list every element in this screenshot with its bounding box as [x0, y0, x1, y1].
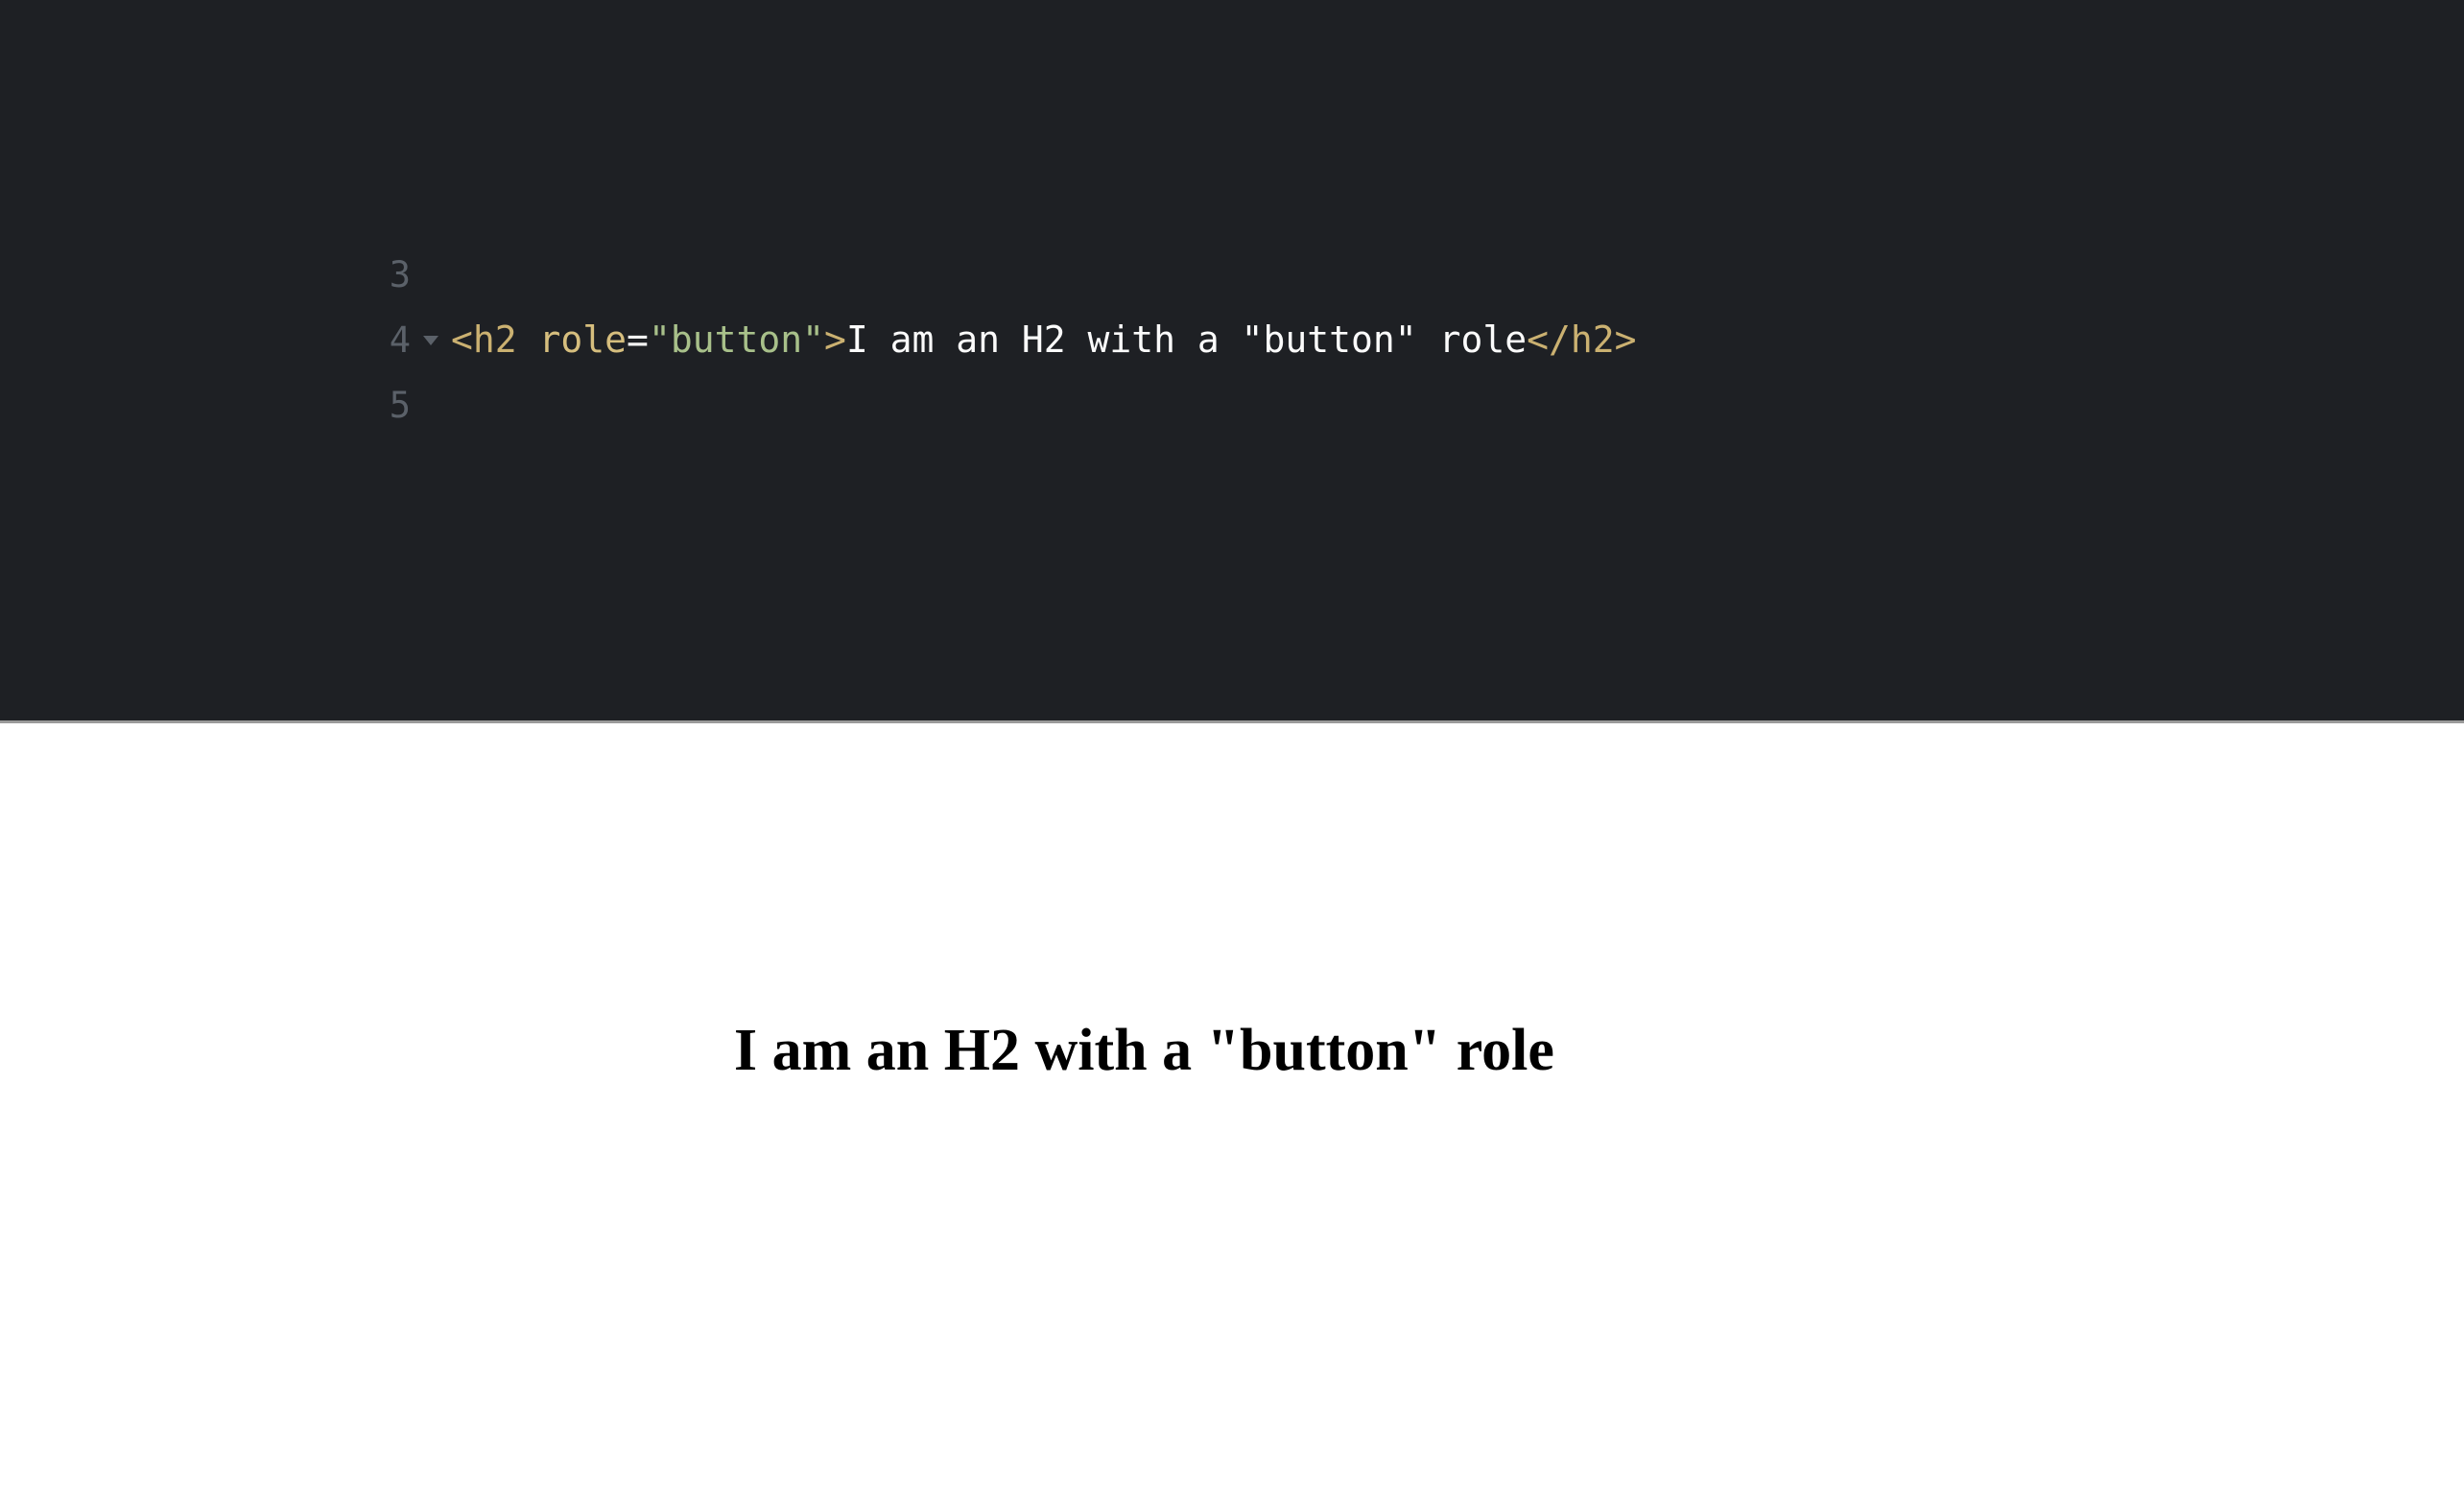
code-playground-root: 3 4 <h2 role="button">I am an H2 with a …	[0, 0, 2464, 1485]
code-token-equals: =	[627, 318, 649, 361]
code-token-closing-tag: </h2>	[1527, 318, 1637, 361]
code-editor-pane[interactable]: 3 4 <h2 role="button">I am an H2 with a …	[0, 0, 2464, 720]
code-token-attribute: role	[538, 318, 628, 361]
line-number: 3	[389, 253, 411, 295]
code-editor-scroll-area[interactable]: 3 4 <h2 role="button">I am an H2 with a …	[0, 0, 2464, 720]
code-token-close-bracket: >	[823, 318, 846, 361]
code-token-string-value: "button"	[648, 318, 824, 361]
code-line-content[interactable]: <h2 role="button">I am an H2 with a "but…	[451, 321, 1636, 358]
code-token-open-tag: <h2	[451, 318, 517, 361]
code-line[interactable]: 5	[0, 372, 2464, 437]
rendered-output-pane: I am an H2 with a "button" role	[0, 723, 2464, 1485]
code-line[interactable]: 3	[0, 242, 2464, 307]
line-number: 5	[389, 384, 411, 426]
rendered-h2-button-role[interactable]: I am an H2 with a "button" role	[734, 1017, 1554, 1085]
editor-gutter: 5	[0, 388, 451, 423]
code-line[interactable]: 4 <h2 role="button">I am an H2 with a "b…	[0, 307, 2464, 372]
line-number: 4	[389, 318, 411, 361]
editor-gutter: 3	[0, 257, 451, 293]
editor-gutter: 4	[0, 322, 451, 358]
code-fold-arrow-icon[interactable]	[411, 327, 451, 352]
code-token-text-node: I am an H2 with a "button" role	[845, 318, 1528, 361]
